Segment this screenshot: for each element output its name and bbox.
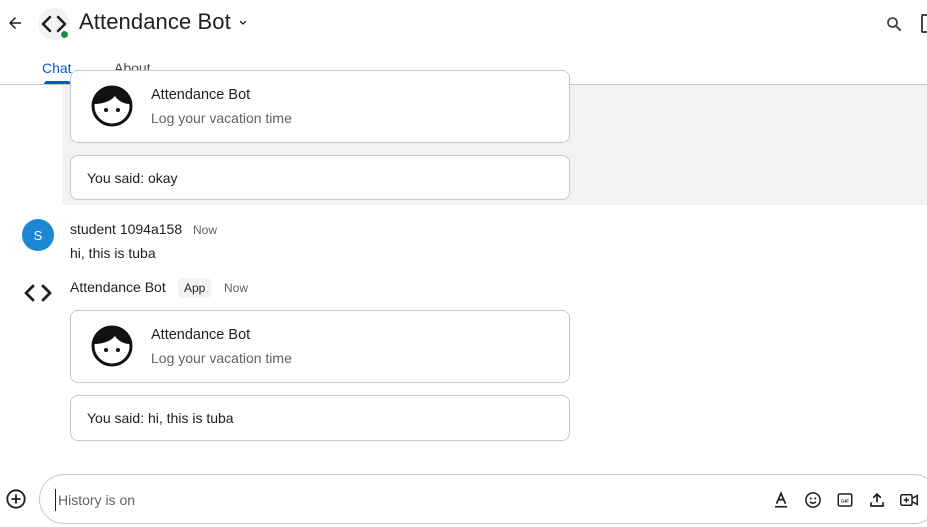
gif-button[interactable]: GIF	[834, 489, 856, 511]
card-subtitle: Log your vacation time	[151, 350, 292, 366]
tab-chat[interactable]: Chat	[42, 60, 72, 76]
space-title-menu[interactable]: Attendance Bot	[79, 9, 249, 35]
bot-card[interactable]: Attendance Bot Log your vacation time	[70, 310, 570, 383]
face-icon	[91, 85, 133, 127]
active-tab-indicator	[44, 81, 71, 84]
chevron-down-icon	[239, 20, 246, 25]
card-subtitle: Log your vacation time	[151, 110, 292, 126]
card-title: Attendance Bot	[151, 87, 251, 103]
add-icon[interactable]	[5, 488, 27, 510]
sender-name[interactable]: student 1094a158	[70, 221, 182, 237]
message-time: Now	[224, 281, 249, 295]
video-call-icon	[900, 494, 918, 506]
reply-card: You said: okay	[70, 155, 570, 200]
code-brackets-icon[interactable]	[22, 280, 54, 306]
avatar[interactable]: S	[22, 219, 54, 251]
video-call-button[interactable]	[898, 489, 920, 511]
upload-button[interactable]	[866, 489, 888, 511]
message-input[interactable]	[55, 489, 655, 511]
reply-card: You said: hi, this is tuba	[70, 395, 570, 441]
side-panel-icon[interactable]	[921, 14, 927, 33]
app-badge: App	[178, 278, 212, 298]
format-button[interactable]	[770, 489, 792, 511]
emoji-icon	[805, 492, 821, 508]
reply-text: You said: okay	[87, 170, 178, 186]
presence-indicator	[59, 29, 70, 40]
card-title: Attendance Bot	[151, 327, 251, 343]
arrow-back-icon	[9, 17, 21, 29]
format-text-icon	[775, 491, 787, 508]
gif-icon: GIF	[837, 493, 853, 507]
reply-text: You said: hi, this is tuba	[87, 410, 234, 426]
upload-icon	[870, 492, 884, 507]
bot-card[interactable]: Attendance Bot Log your vacation time	[70, 70, 570, 143]
message-composer: GIF	[39, 474, 927, 524]
svg-text:GIF: GIF	[841, 498, 849, 504]
message-time: Now	[193, 223, 218, 237]
search-button[interactable]	[882, 12, 906, 36]
face-icon	[91, 325, 133, 367]
back-button[interactable]	[4, 12, 26, 34]
sender-name[interactable]: Attendance Bot	[70, 279, 166, 295]
message-text: hi, this is tuba	[70, 245, 156, 261]
search-icon	[887, 17, 901, 31]
chat-header: Attendance Bot	[0, 0, 927, 48]
page-title: Attendance Bot	[79, 9, 231, 34]
emoji-button[interactable]	[802, 489, 824, 511]
